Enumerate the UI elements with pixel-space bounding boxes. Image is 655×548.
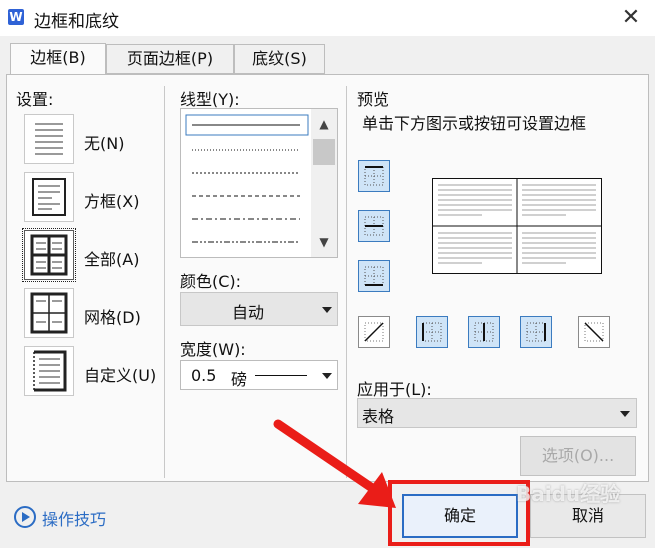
chevron-down-icon: [620, 411, 630, 417]
setting-all-label: 全部(A): [84, 250, 140, 269]
left-border-toggle[interactable]: [416, 316, 448, 348]
play-circle-icon[interactable]: [14, 506, 36, 528]
inside-vertical-border-icon: [474, 322, 494, 342]
all-borders-icon: [30, 234, 68, 276]
close-button[interactable]: ✕: [616, 4, 646, 32]
tab-shading[interactable]: 底纹(S): [234, 44, 325, 74]
chevron-down-icon: [322, 307, 332, 313]
inside-horizontal-border-toggle[interactable]: [358, 210, 390, 242]
width-line-sample: [255, 375, 307, 376]
wps-writer-icon: W: [8, 9, 24, 25]
setting-none-label: 无(N): [84, 134, 125, 153]
watermark: Baidu经验: [516, 482, 621, 506]
tab-border[interactable]: 边框(B): [10, 43, 106, 75]
setting-custom-label: 自定义(U): [84, 366, 157, 385]
line-style-label: 线型(Y):: [180, 90, 240, 109]
scroll-up-icon[interactable]: ▲: [311, 112, 337, 136]
left-border-icon: [422, 322, 442, 342]
bottom-border-toggle[interactable]: [358, 260, 390, 292]
none-border-icon: [35, 123, 63, 155]
scroll-down-icon[interactable]: ▼: [311, 230, 337, 254]
color-label: 颜色(C):: [180, 272, 242, 291]
setting-custom-button[interactable]: [24, 346, 74, 396]
setting-grid-label: 网格(D): [84, 308, 141, 327]
setting-grid-button[interactable]: [24, 288, 74, 338]
divider: [164, 86, 165, 478]
right-border-icon: [526, 322, 546, 342]
tab-page-border[interactable]: 页面边框(P): [106, 44, 234, 74]
setting-none-button[interactable]: [24, 114, 74, 164]
scroll-thumb[interactable]: [313, 139, 335, 165]
width-unit: 磅: [231, 370, 248, 389]
setting-box-button[interactable]: [24, 172, 74, 222]
color-value: 自动: [231, 303, 264, 322]
box-border-icon: [32, 178, 66, 216]
setting-all-button[interactable]: [22, 228, 76, 282]
preview-hint: 单击下方图示或按钮可设置边框: [362, 114, 587, 133]
options-button[interactable]: 选项(O)...: [520, 436, 636, 476]
annotation-arrow: [273, 419, 396, 508]
preview-table: [432, 178, 602, 274]
grid-border-icon: [30, 292, 68, 334]
window-title: 边框和底纹: [34, 12, 119, 32]
line-style-options: [185, 114, 309, 243]
color-dropdown[interactable]: 自动: [180, 292, 338, 326]
chevron-down-icon: [322, 373, 332, 379]
preview-label: 预览: [357, 90, 390, 109]
setting-box-label: 方框(X): [84, 192, 140, 211]
apply-to-label: 应用于(L):: [357, 380, 432, 399]
diagonal-down-border-icon: [584, 322, 604, 342]
right-border-toggle[interactable]: [520, 316, 552, 348]
top-border-icon: [364, 166, 384, 186]
settings-label: 设置:: [16, 90, 54, 109]
bottom-border-icon: [364, 266, 384, 286]
width-value: 0.5: [191, 366, 217, 385]
inside-horizontal-border-icon: [364, 216, 384, 236]
custom-border-icon: [33, 350, 67, 392]
width-dropdown[interactable]: 0.5 磅: [180, 360, 338, 390]
tips-link[interactable]: 操作技巧: [42, 506, 106, 530]
width-label: 宽度(W):: [180, 340, 246, 359]
diagonal-up-border-icon: [364, 322, 384, 342]
diagonal-down-border-toggle[interactable]: [578, 316, 610, 348]
diagonal-up-border-toggle[interactable]: [358, 316, 390, 348]
top-border-toggle[interactable]: [358, 160, 390, 192]
inside-vertical-border-toggle[interactable]: [468, 316, 500, 348]
